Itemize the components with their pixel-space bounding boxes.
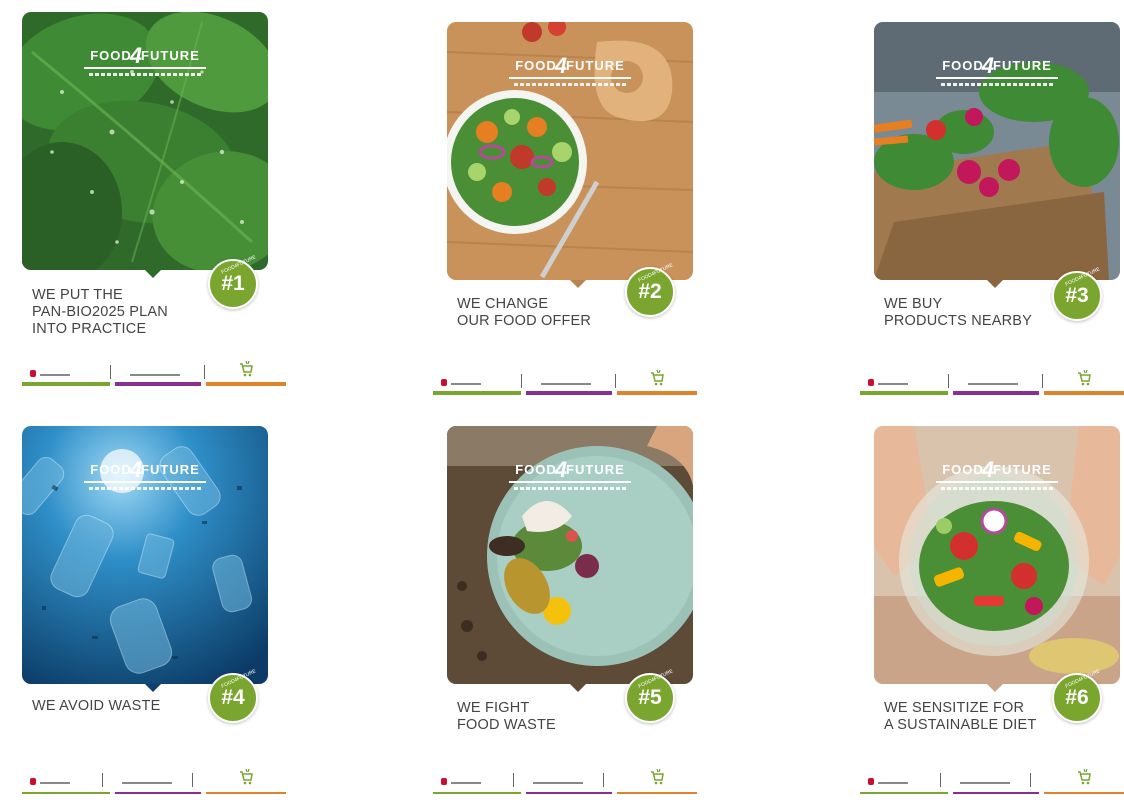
poster-footer <box>860 760 1124 794</box>
plate-leftovers-photo: FOOD4FUTURE <box>447 426 693 684</box>
photo-notch <box>145 270 161 278</box>
cart-logo-icon <box>1078 369 1091 386</box>
photo-notch <box>987 280 1003 288</box>
vegetable-crate-photo: FOOD4FUTURE <box>874 22 1120 280</box>
poster-caption: WE SENSITIZE FOR A SUSTAINABLE DIET <box>884 700 1037 733</box>
food4future-logo: FOOD4FUTURE <box>447 454 693 490</box>
food4future-logo: FOOD4FUTURE <box>874 50 1120 86</box>
ministry-lion-icon <box>441 379 447 386</box>
cart-logo-icon <box>651 768 664 785</box>
poster-footer <box>433 760 697 794</box>
ministry-lion-icon <box>30 370 36 377</box>
poster-footer <box>22 352 286 386</box>
salad-bowl-photo: FOOD4FUTURE <box>447 22 693 280</box>
ministry-lion-icon <box>30 778 36 785</box>
cart-logo-icon <box>240 360 253 377</box>
cart-logo-icon <box>651 369 664 386</box>
photo-notch <box>570 280 586 288</box>
photo-notch <box>987 684 1003 692</box>
poster-caption: WE CHANGE OUR FOOD OFFER <box>457 296 592 329</box>
cart-logo-icon <box>240 768 253 785</box>
food4future-logo: FOOD4FUTURE <box>22 40 268 76</box>
poster-footer <box>22 760 286 794</box>
hands-holding-salad-photo: FOOD4FUTURE <box>874 426 1120 684</box>
ministry-lion-icon <box>441 778 447 785</box>
food4future-logo: FOOD4FUTURE <box>447 50 693 86</box>
poster-4[interactable]: FOOD4FUTURE FOOD4FUTURE #4 WE AVOID WASTE <box>22 426 286 811</box>
poster-6[interactable]: FOOD4FUTURE FOOD4FUTURE #6 WE SENSITIZE F… <box>860 426 1124 811</box>
ministry-lion-icon <box>868 778 874 785</box>
poster-grid: FOOD4FUTURE FOOD4FUTURE #1 WE PUT THE PAN… <box>0 0 1124 795</box>
poster-footer <box>860 361 1124 395</box>
photo-notch <box>145 684 161 692</box>
poster-1[interactable]: FOOD4FUTURE FOOD4FUTURE #1 WE PUT THE PAN… <box>22 12 286 397</box>
poster-caption: WE PUT THE PAN-BIO2025 PLAN INTO PRACTIC… <box>32 287 168 337</box>
food4future-logo: FOOD4FUTURE <box>874 454 1120 490</box>
poster-5[interactable]: FOOD4FUTURE FOOD4FUTURE #5 WE FIGHT FOOD … <box>433 426 711 811</box>
poster-caption: WE BUY PRODUCTS NEARBY <box>884 296 1033 329</box>
food4future-logo: FOOD4FUTURE <box>22 454 268 490</box>
poster-2[interactable]: FOOD4FUTURE FOOD4FUTURE #2 WE CHANGE OUR … <box>433 22 711 407</box>
poster-3[interactable]: FOOD4FUTURE FOOD4FUTURE #3 WE BUY PRODUCT… <box>860 22 1124 407</box>
plastic-bottles-underwater-photo: FOOD4FUTURE <box>22 426 268 684</box>
poster-footer <box>433 361 697 395</box>
cart-logo-icon <box>1078 768 1091 785</box>
photo-notch <box>570 684 586 692</box>
poster-caption: WE FIGHT FOOD WASTE <box>457 700 556 733</box>
poster-caption: WE AVOID WASTE <box>32 698 161 714</box>
spinach-leaves-photo: FOOD4FUTURE <box>22 12 268 270</box>
ministry-lion-icon <box>868 379 874 386</box>
